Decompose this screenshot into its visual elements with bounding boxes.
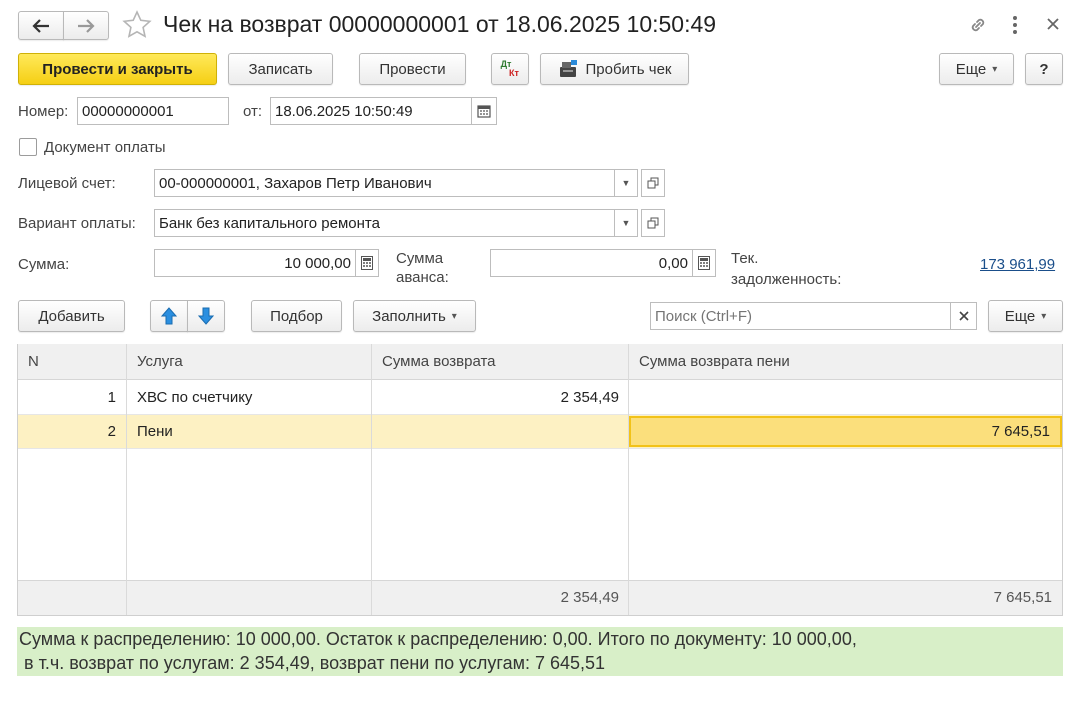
print-receipt-button[interactable]: Пробить чек <box>540 53 689 85</box>
back-button[interactable] <box>18 11 64 40</box>
chevron-down-icon: ▾ <box>992 63 998 75</box>
payment-variant-label: Вариант оплаты: <box>18 215 136 232</box>
column-divider <box>126 580 127 615</box>
chevron-down-icon: ▾ <box>1041 310 1047 322</box>
summary-line-1: Сумма к распределению: 10 000,00. Остато… <box>19 629 857 649</box>
move-down-button[interactable] <box>187 300 225 332</box>
debt-link[interactable]: 173 961,99 <box>980 256 1055 273</box>
column-header-refund[interactable]: Сумма возврата <box>372 344 628 380</box>
payment-variant-dropdown-icon[interactable]: ▼ <box>614 209 638 237</box>
account-open-icon[interactable] <box>641 169 665 197</box>
close-icon[interactable] <box>1046 17 1060 35</box>
search-clear-icon[interactable] <box>950 302 977 330</box>
account-label: Лицевой счет: <box>18 175 116 192</box>
total-penalty-refund: 7 645,51 <box>993 589 1052 606</box>
row-number: 1 <box>107 389 116 406</box>
post-and-close-button[interactable]: Провести и закрыть <box>18 53 217 85</box>
payment-document-checkbox[interactable] <box>19 138 37 156</box>
column-divider <box>126 344 127 615</box>
summary-line-2: в т.ч. возврат по услугам: 2 354,49, воз… <box>19 653 606 673</box>
search-input[interactable] <box>650 302 951 330</box>
more-vertical-icon[interactable] <box>1011 14 1019 40</box>
column-divider <box>371 344 372 615</box>
kt-label: Кт <box>509 68 519 78</box>
more-actions-button[interactable]: Еще ▾ <box>939 53 1014 85</box>
more-label: Еще <box>1004 307 1036 325</box>
debt-label-line2: задолженность: <box>731 271 842 288</box>
payment-variant-open-icon[interactable] <box>641 209 665 237</box>
payment-variant-field[interactable]: Банк без капитального ремонта <box>154 209 615 237</box>
account-field[interactable]: 00-000000001, Захаров Петр Иванович <box>154 169 615 197</box>
arrow-down-icon <box>198 307 214 325</box>
debt-label-line1: Тек. <box>731 250 759 267</box>
window-title: Чек на возврат 00000000001 от 18.06.2025… <box>163 11 717 37</box>
advance-field[interactable]: 0,00 <box>490 249 693 277</box>
fill-button[interactable]: Заполнить ▾ <box>353 300 476 332</box>
more-label: Еще <box>955 60 987 78</box>
forward-button[interactable] <box>63 11 109 40</box>
arrow-up-icon <box>161 307 177 325</box>
number-field[interactable]: 00000000001 <box>77 97 229 125</box>
number-label: Номер: <box>18 103 69 120</box>
post-button[interactable]: Провести <box>359 53 466 85</box>
column-header-penalty-refund[interactable]: Сумма возврата пени <box>629 344 1062 380</box>
chevron-down-icon: ▾ <box>451 310 457 322</box>
favorite-star-icon[interactable] <box>121 9 153 45</box>
help-button[interactable]: ? <box>1025 53 1063 85</box>
link-icon[interactable] <box>967 14 989 40</box>
column-divider <box>628 344 629 615</box>
payment-document-label: Документ оплаты <box>44 139 166 156</box>
date-label: от: <box>243 103 263 120</box>
row-number: 2 <box>107 423 116 440</box>
print-receipt-label: Пробить чек <box>585 60 672 78</box>
row-service: ХВС по счетчику <box>137 389 253 406</box>
row-service: Пени <box>137 423 173 440</box>
advance-calculator-icon[interactable] <box>692 249 716 277</box>
sum-field[interactable]: 10 000,00 <box>154 249 356 277</box>
add-button[interactable]: Добавить <box>18 300 125 332</box>
total-refund: 2 354,49 <box>560 589 619 606</box>
fill-label: Заполнить <box>372 307 446 325</box>
column-header-n[interactable]: N <box>18 344 126 380</box>
row-refund: 2 354,49 <box>560 389 619 406</box>
dt-kt-button[interactable]: Дт Кт <box>491 53 529 85</box>
calendar-icon[interactable] <box>471 97 497 125</box>
cash-register-icon <box>560 60 578 77</box>
table-more-button[interactable]: Еще ▾ <box>988 300 1063 332</box>
arrow-left-icon <box>32 18 49 33</box>
column-header-service[interactable]: Услуга <box>127 344 371 380</box>
date-field[interactable]: 18.06.2025 10:50:49 <box>270 97 472 125</box>
sum-calculator-icon[interactable] <box>355 249 379 277</box>
account-dropdown-icon[interactable]: ▼ <box>614 169 638 197</box>
row-penalty-refund-active-cell[interactable]: 7 645,51 <box>629 416 1062 447</box>
sum-label: Сумма: <box>18 256 70 273</box>
move-up-button[interactable] <box>150 300 188 332</box>
advance-label-line1: Сумма <box>396 250 444 267</box>
selection-button[interactable]: Подбор <box>251 300 342 332</box>
arrow-right-icon <box>78 18 95 33</box>
advance-label-line2: аванса: <box>396 269 449 286</box>
save-button[interactable]: Записать <box>228 53 333 85</box>
